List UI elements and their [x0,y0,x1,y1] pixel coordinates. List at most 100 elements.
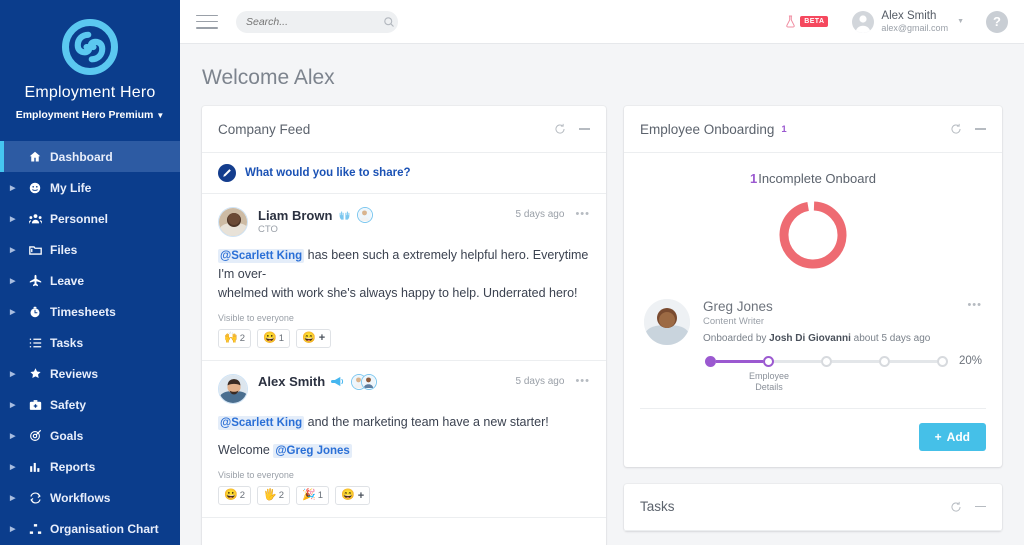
step-node-1[interactable] [705,356,716,367]
chevron-right-icon: ▶ [10,401,24,409]
onboarded-by-name: Josh Di Giovanni [769,333,851,344]
page-title: Welcome Alex [180,44,1024,106]
card-title: Employee Onboarding [640,122,774,137]
reaction-chip[interactable]: 🖐 2 [257,486,290,505]
minimize-icon[interactable] [579,128,590,129]
step-node-5[interactable] [937,356,948,367]
share-prompt[interactable]: What would you like to share? [202,153,606,194]
post-text-line-2: Welcome @Greg Jones [218,441,590,460]
sidebar-item-label: Dashboard [50,150,113,164]
reaction-chip[interactable]: 😀 1 [257,329,290,348]
chevron-down-icon: ▼ [156,111,164,120]
megaphone-icon [331,375,345,388]
reaction-emoji: 🎉 [302,490,316,501]
onboarding-footer: + Add [624,409,1002,467]
user-meta: Alex Smith alex@gmail.com [881,9,948,35]
hamburger-icon[interactable] [196,15,218,29]
user-name: Alex Smith [881,9,948,23]
more-options-icon[interactable]: ••• [967,299,982,311]
sidebar-item-my-life[interactable]: ▶ My Life [0,172,180,203]
refresh-icon[interactable] [554,123,566,135]
sidebar-item-organisation-chart[interactable]: ▶ Organisation Chart [0,513,180,544]
user-menu[interactable]: Alex Smith alex@gmail.com ▼ [852,9,964,35]
plane-icon [24,274,46,287]
sidebar-item-reports[interactable]: ▶ Reports [0,451,180,482]
sidebar-item-timesheets[interactable]: ▶ Timesheets [0,296,180,327]
feed-post: Liam Brown CTO 5 day [202,194,606,361]
chevron-down-icon: ▼ [957,18,964,25]
first-aid-icon [24,399,46,411]
plan-selector[interactable]: Employment Hero Premium▼ [0,109,180,121]
step-segment-2 [774,360,821,363]
reaction-chip[interactable]: 😀 2 [218,486,251,505]
incomplete-label: Incomplete Onboard [758,171,876,186]
reaction-bar: 🙌 2 😀 1 😄 + [218,329,590,348]
step-node-3[interactable] [821,356,832,367]
sidebar-item-safety[interactable]: ▶ Safety [0,389,180,420]
step-node-4[interactable] [879,356,890,367]
sidebar-item-files[interactable]: ▶ Files [0,234,180,265]
home-icon [24,151,46,163]
reaction-count: 2 [240,490,245,501]
step-label-row: Employee Details [703,367,982,394]
sidebar-item-goals[interactable]: ▶ Goals [0,420,180,451]
post-author: Alex Smith [258,374,325,389]
step-segment-1 [716,360,763,363]
reaction-chip[interactable]: 🎉 1 [296,486,329,505]
chevron-right-icon: ▶ [10,308,24,316]
org-chart-icon [24,523,46,535]
post-text-line-1: and the marketing team have a new starte… [304,415,549,429]
add-reaction-button[interactable]: 😄 + [296,329,331,348]
onboarded-prefix: Onboarded by [703,333,769,344]
search-input[interactable] [246,16,383,28]
beta-indicator[interactable]: BETA [785,15,828,28]
sidebar-item-label: My Life [50,181,91,195]
onboarding-employee-row: Greg Jones Content Writer ••• Onboarded … [640,283,986,394]
sidebar-item-reviews[interactable]: ▶ Reviews [0,358,180,389]
share-prompt-label: What would you like to share? [245,167,411,179]
more-options-icon[interactable]: ••• [575,207,590,220]
step-node-2[interactable] [763,356,774,367]
refresh-icon[interactable] [950,501,962,513]
plan-label: Employment Hero Premium [16,109,154,121]
post-header: Alex Smith [218,374,590,404]
sidebar-item-label: Timesheets [50,305,116,319]
more-options-icon[interactable]: ••• [575,374,590,387]
sidebar-item-workflows[interactable]: ▶ Workflows [0,482,180,513]
onboarding-donut-chart [640,199,986,271]
post-identity: Liam Brown CTO [258,207,516,235]
mention-link[interactable]: @Scarlett King [218,416,304,430]
sidebar-item-tasks[interactable]: ▶ Tasks [0,327,180,358]
mention-link[interactable]: @Scarlett King [218,249,304,263]
minimize-icon[interactable] [975,128,986,129]
sidebar-item-leave[interactable]: ▶ Leave [0,265,180,296]
current-step-label: Employee Details [733,371,805,394]
help-icon[interactable]: ? [986,11,1008,33]
sidebar-item-label: Files [50,243,77,257]
reaction-emoji: 😀 [224,490,238,501]
search-icon[interactable] [383,16,395,28]
sidebar-item-label: Leave [50,274,84,288]
reaction-chip[interactable]: 🙌 2 [218,329,251,348]
reaction-bar: 😀 2 🖐 2 🎉 1 [218,486,590,505]
add-reaction-button[interactable]: 😄 + [335,486,370,505]
search-box[interactable] [236,11,398,33]
minimize-icon[interactable] [975,506,986,507]
sidebar-item-label: Goals [50,429,83,443]
sidebar-item-personnel[interactable]: ▶ Personnel [0,203,180,234]
avatar [852,11,874,33]
onboarding-count-badge: 1 [781,124,786,135]
refresh-icon[interactable] [950,123,962,135]
folder-icon [24,244,46,256]
sidebar-item-label: Personnel [50,212,108,226]
mention-link[interactable]: @Greg Jones [273,444,352,458]
target-icon [24,429,46,442]
high-five-icon [338,209,351,222]
sidebar-item-label: Reviews [50,367,98,381]
app-root: Employment Hero Employment Hero Premium▼… [0,0,1024,545]
add-button[interactable]: + Add [919,423,986,451]
sidebar-item-dashboard[interactable]: ▶ Dashboard [0,141,180,172]
chevron-right-icon: ▶ [10,525,24,533]
chevron-right-icon: ▶ [10,215,24,223]
step-segment-3 [832,360,879,363]
